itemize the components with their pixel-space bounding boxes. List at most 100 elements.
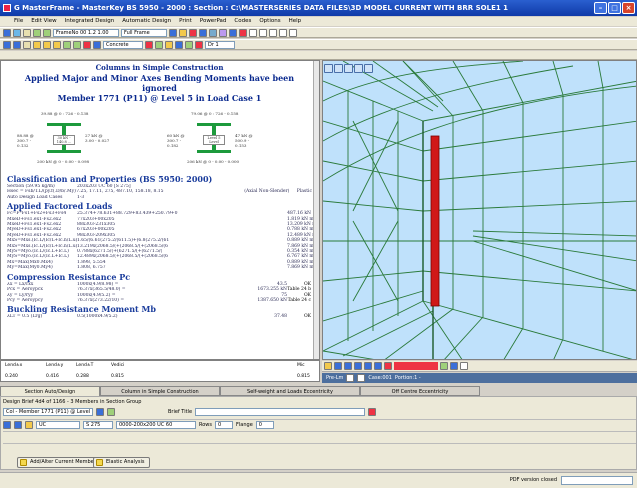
section-type-icon[interactable] xyxy=(25,421,33,429)
tab-off-centre-eccentricity[interactable]: Off Centre Eccentricity xyxy=(360,386,480,396)
wall-icon[interactable] xyxy=(73,40,81,49)
diagram-right-label: 47 kN @ 500.9 - 0.153 xyxy=(235,133,253,148)
h-icon[interactable] xyxy=(249,28,257,37)
tab-column-simple-construction[interactable]: Column in Simple Construction xyxy=(100,386,220,396)
beam-icon[interactable] xyxy=(33,40,41,49)
menu-options[interactable]: Options xyxy=(259,17,280,26)
result-icon[interactable] xyxy=(384,362,392,370)
menu-file[interactable]: File xyxy=(14,17,23,26)
layer-icon[interactable] xyxy=(155,40,163,49)
support-icon[interactable] xyxy=(83,40,91,49)
section-size-select[interactable]: 0000-200x200 UC 60 xyxy=(116,421,196,429)
menu-integrated-design[interactable]: Integrated Design xyxy=(65,17,115,26)
diagram-left-label: 60 kN @ 300.7 - 0.182 xyxy=(167,133,185,148)
color-icon[interactable] xyxy=(145,40,153,49)
color-scale-bar xyxy=(394,362,438,370)
menu-powerpad[interactable]: PowerPad xyxy=(200,17,227,26)
add-alter-member-button[interactable]: Add/Alter Current Member xyxy=(17,457,101,468)
open-icon[interactable] xyxy=(3,28,11,37)
analysis-icon[interactable] xyxy=(229,28,237,37)
flange-input[interactable]: 0 xyxy=(255,421,274,429)
design-icon[interactable] xyxy=(239,28,247,37)
zoom-in-icon[interactable] xyxy=(334,64,343,73)
section-type-select[interactable]: UC xyxy=(36,421,80,429)
prev-icon[interactable] xyxy=(346,374,355,382)
dr-combo[interactable]: Dr 1 xyxy=(205,40,235,49)
report-scrollbar[interactable] xyxy=(313,61,319,359)
camera-icon[interactable] xyxy=(175,40,183,49)
buckling-table: λLT = 0.5 (Lrg) 0.5(1000x4.9/5.2) 37.48 OK xyxy=(7,314,312,319)
folder-icon[interactable] xyxy=(179,28,187,37)
status-search-box[interactable] xyxy=(561,476,633,485)
brace-icon[interactable] xyxy=(53,40,61,49)
v-icon[interactable] xyxy=(259,28,267,37)
pan-view-icon[interactable] xyxy=(364,64,373,73)
maximize-button[interactable]: □ xyxy=(608,2,621,14)
selected-member-highlight[interactable] xyxy=(430,135,440,307)
close-button[interactable]: × xyxy=(622,2,635,14)
tab-self-weight-eccentricity[interactable]: Self-weight and Loads Eccentricity xyxy=(220,386,360,396)
light-icon[interactable] xyxy=(165,40,173,49)
section-lib-icon[interactable] xyxy=(3,421,11,429)
report-member: Member 1771 (P11) @ Level 5 in Load Case… xyxy=(57,93,262,103)
n-icon[interactable] xyxy=(289,28,297,37)
redo-icon[interactable] xyxy=(43,28,51,37)
grid-icon[interactable] xyxy=(169,28,177,37)
3d-view-pane[interactable] xyxy=(322,60,637,360)
fit-icon[interactable] xyxy=(354,64,363,73)
panel-row-empty xyxy=(3,431,636,441)
undo-icon[interactable] xyxy=(33,28,41,37)
brief-title-input[interactable] xyxy=(195,408,366,416)
view-combo[interactable]: Full Frame xyxy=(121,28,167,37)
legend-icon[interactable] xyxy=(440,362,448,370)
rotate-icon[interactable] xyxy=(324,64,333,73)
pan-icon[interactable] xyxy=(23,40,31,49)
delete-icon[interactable] xyxy=(189,28,197,37)
grade-select[interactable]: S 275 xyxy=(83,421,113,429)
view-icon[interactable] xyxy=(324,362,332,370)
shade-icon[interactable] xyxy=(354,362,362,370)
column-icon[interactable] xyxy=(43,40,51,49)
select-icon[interactable] xyxy=(3,40,11,49)
menu-print[interactable]: Print xyxy=(179,17,192,26)
next-icon[interactable] xyxy=(357,374,366,382)
elastic-analysis-button[interactable]: Elastic Analysis xyxy=(93,457,150,468)
check-icon[interactable] xyxy=(185,40,193,49)
menu-edit-view[interactable]: Edit View xyxy=(31,17,56,26)
solid-icon[interactable] xyxy=(344,362,352,370)
wire-icon[interactable] xyxy=(334,362,342,370)
frame-combo[interactable]: FrameNo 00 1.2 1.00 xyxy=(53,28,119,37)
zoom-out-icon[interactable] xyxy=(344,64,353,73)
section-view-icon[interactable] xyxy=(374,362,382,370)
settings-view-icon[interactable] xyxy=(450,362,458,370)
menu-automatic-design[interactable]: Automatic Design xyxy=(122,17,171,26)
zoom-icon[interactable] xyxy=(13,40,21,49)
classification-row: Auto Design Load Cases 1-3 xyxy=(7,194,85,200)
case-label[interactable]: Case:001 xyxy=(368,375,391,381)
minimize-button[interactable]: – xyxy=(594,2,607,14)
render-icon[interactable] xyxy=(93,40,101,49)
member-icon[interactable] xyxy=(209,28,217,37)
portion-label[interactable]: Portion:1 - xyxy=(395,375,421,381)
tab-section-auto-design[interactable]: Section Auto/Design xyxy=(0,386,100,396)
load-icon[interactable] xyxy=(219,28,227,37)
rows-input[interactable]: 0 xyxy=(215,421,234,429)
material-combo[interactable]: Concrete xyxy=(103,40,143,49)
member-pick-icon[interactable] xyxy=(96,408,104,416)
e-icon[interactable] xyxy=(279,28,287,37)
slab-icon[interactable] xyxy=(63,40,71,49)
section-grid-icon[interactable] xyxy=(14,421,22,429)
light-view-icon[interactable] xyxy=(364,362,372,370)
i-icon[interactable] xyxy=(269,28,277,37)
menu-help[interactable]: Help xyxy=(289,17,302,26)
member-find-icon[interactable] xyxy=(107,408,115,416)
node-icon[interactable] xyxy=(199,28,207,37)
member-select[interactable]: Col - Member 1771 (P11) @ Level 5 xyxy=(3,408,93,416)
design-report-pane: Columns in Simple Construction Applied M… xyxy=(0,60,320,360)
print-icon[interactable] xyxy=(23,28,31,37)
save-icon[interactable] xyxy=(13,28,21,37)
menu-codes[interactable]: Codes xyxy=(234,17,251,26)
warning-icon[interactable] xyxy=(195,40,203,49)
clear-icon[interactable] xyxy=(368,408,377,416)
export-view-icon[interactable] xyxy=(460,362,468,370)
